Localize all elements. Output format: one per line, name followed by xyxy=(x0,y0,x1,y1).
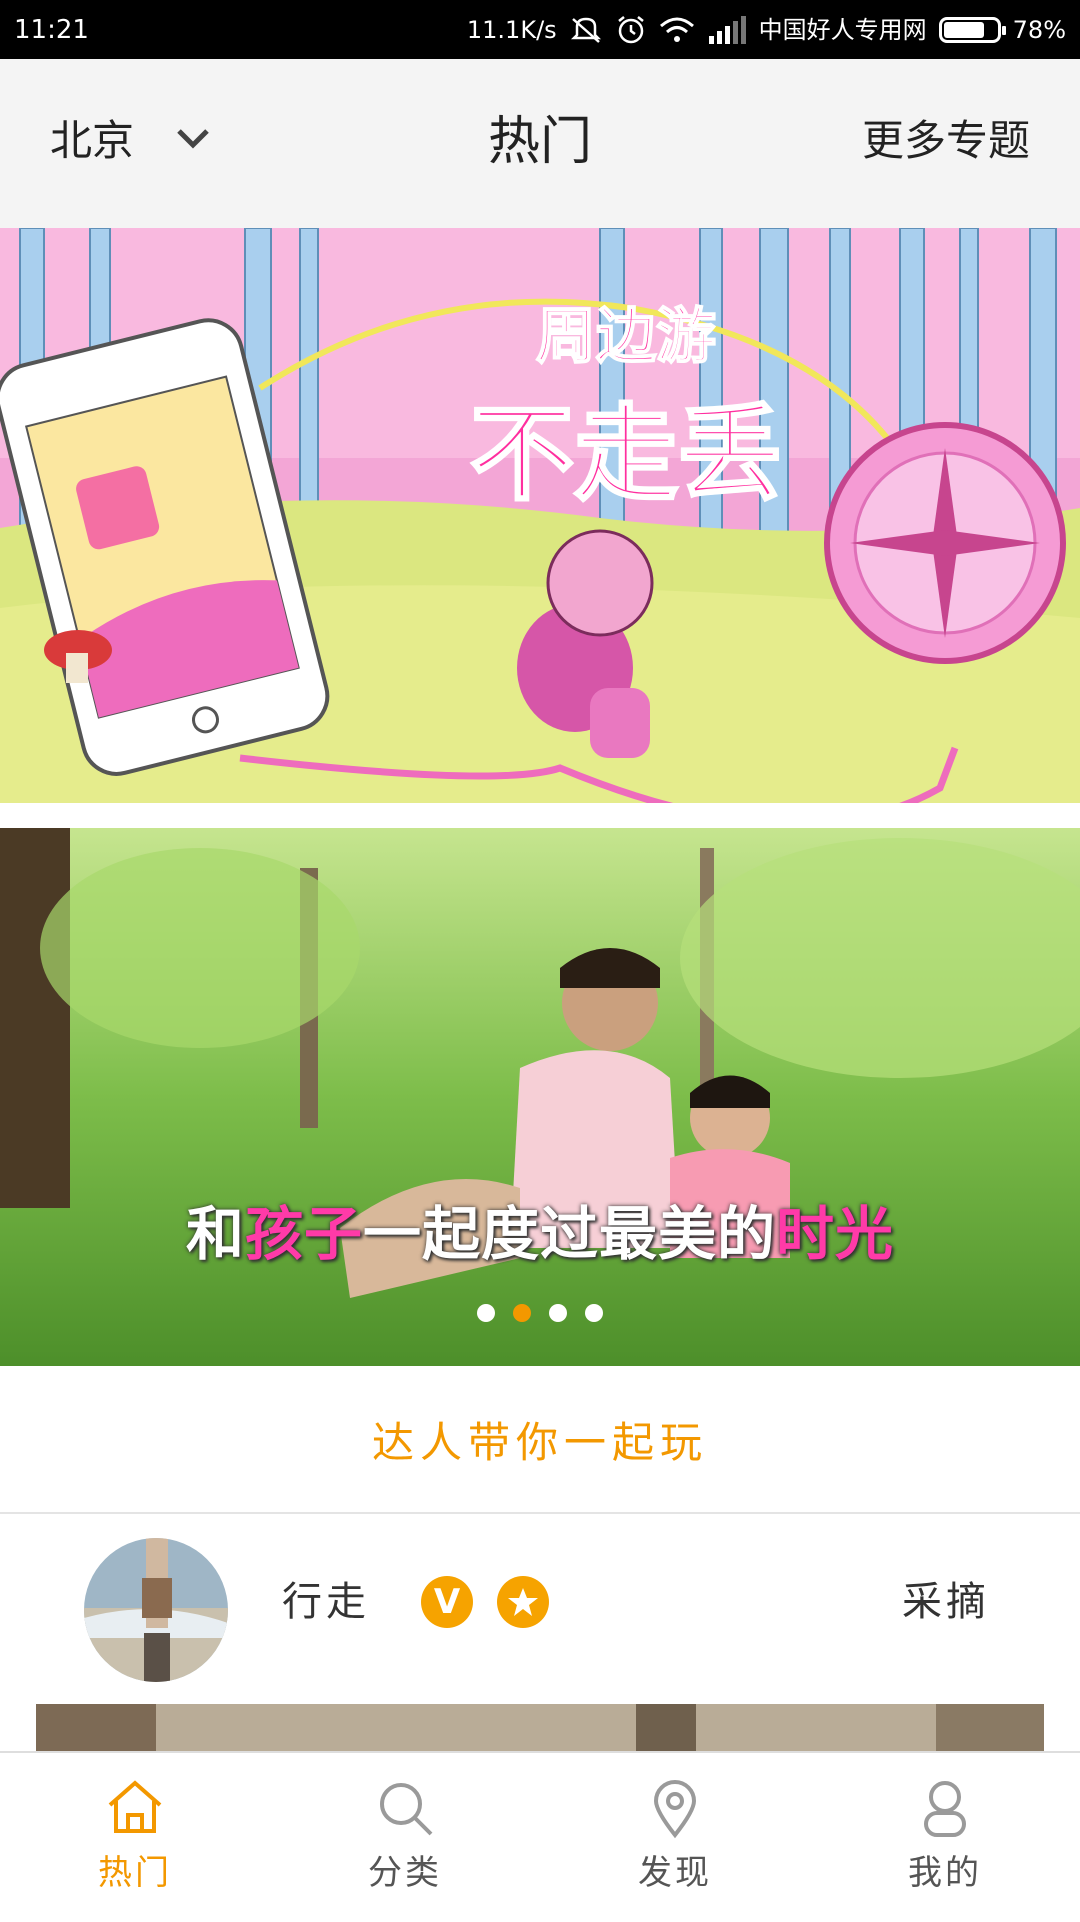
more-topics-link[interactable]: 更多专题 xyxy=(862,107,1030,168)
battery-icon xyxy=(938,16,1006,43)
carousel-dot[interactable] xyxy=(513,1304,531,1322)
banner-photo xyxy=(0,828,1080,1366)
alarm-icon xyxy=(617,15,644,43)
avatar[interactable] xyxy=(84,1538,228,1682)
location-pin-icon xyxy=(653,1780,697,1839)
nav-label-discover: 发现 xyxy=(638,1853,712,1893)
banner2-caption-part4: 时光 xyxy=(776,1200,895,1268)
net-speed: 11.1K/s xyxy=(466,15,557,44)
avatar-image xyxy=(84,1538,228,1682)
banner2-caption: 和孩子一起度过最美的时光 xyxy=(0,1187,1080,1271)
carousel-indicator xyxy=(0,1304,1080,1322)
carousel-dot[interactable] xyxy=(477,1304,495,1322)
user-icon xyxy=(924,1781,966,1837)
banner1-text: 周边游 不走丢 xyxy=(468,288,783,520)
section-heading: 达人带你一起玩 xyxy=(0,1366,1080,1514)
status-time: 11:21 xyxy=(14,14,89,45)
nav-item-hot[interactable]: 热门 xyxy=(0,1753,270,1922)
carrier-name: 中国好人专用网 xyxy=(758,15,927,44)
expert-activity-tag[interactable]: 采摘 xyxy=(902,1569,990,1627)
home-icon xyxy=(108,1780,162,1833)
battery-level-fill xyxy=(943,21,985,38)
banner-family-time[interactable]: 和孩子一起度过最美的时光 xyxy=(0,828,1080,1366)
carousel-dot[interactable] xyxy=(549,1304,567,1322)
banner1-subtitle: 周边游 xyxy=(535,301,717,373)
nav-item-category[interactable]: 分类 xyxy=(270,1753,540,1922)
status-bar: 11:21 11.1K/s 中国好人专用网 78% xyxy=(0,0,1080,59)
expert-profile-row[interactable]: 行走 V 采摘 xyxy=(0,1514,1080,1704)
nav-label-mine: 我的 xyxy=(908,1853,982,1893)
verified-badge-icon: V xyxy=(421,1576,473,1628)
banner2-caption-part1: 和 xyxy=(185,1200,245,1268)
star-badge-icon xyxy=(497,1576,549,1628)
expert-username[interactable]: 行走 xyxy=(282,1569,370,1627)
carousel-dot[interactable] xyxy=(585,1304,603,1322)
nav-item-mine[interactable]: 我的 xyxy=(810,1753,1080,1922)
search-icon xyxy=(380,1783,433,1836)
top-bar: 北京 热门 更多专题 xyxy=(0,59,1080,228)
signal-icon xyxy=(708,15,746,44)
banner1-title: 不走丢 xyxy=(468,392,783,517)
status-right: 11.1K/s 中国好人专用网 78% xyxy=(467,14,1066,46)
mute-icon xyxy=(570,17,601,43)
banner2-caption-part2: 孩子 xyxy=(244,1200,363,1268)
nav-label-hot: 热门 xyxy=(98,1853,172,1893)
bottom-nav: 热门 分类 发现 我的 xyxy=(0,1751,1080,1922)
nav-item-discover[interactable]: 发现 xyxy=(540,1753,810,1922)
banner-nearby-tour[interactable]: 周边游 不走丢 xyxy=(0,228,1080,803)
battery-percent: 78% xyxy=(1012,15,1066,44)
banner2-caption-part3: 一起度过最美的 xyxy=(363,1200,777,1268)
nav-label-category: 分类 xyxy=(368,1853,442,1893)
wifi-icon xyxy=(659,17,694,42)
